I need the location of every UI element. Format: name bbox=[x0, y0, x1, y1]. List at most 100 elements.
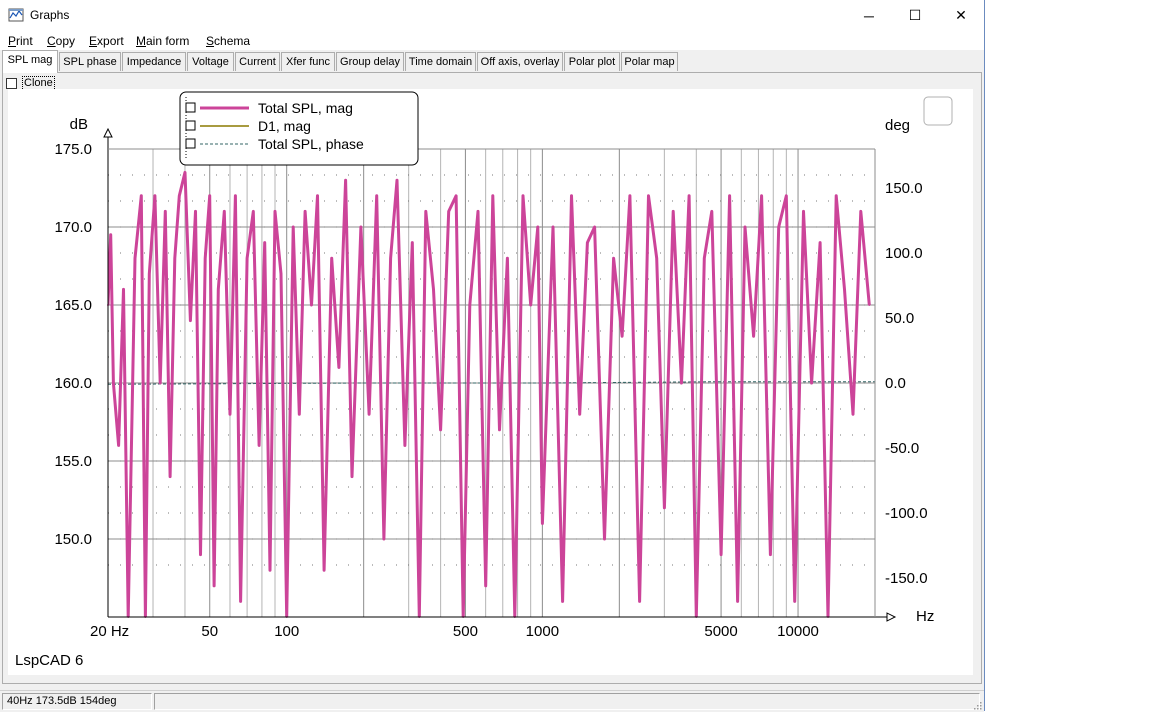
maximize-button[interactable]: ☐ bbox=[892, 0, 938, 31]
spl-point bbox=[350, 475, 353, 478]
menu-main-form[interactable]: Main form bbox=[136, 34, 189, 48]
spl-point bbox=[498, 428, 501, 431]
spl-point bbox=[868, 304, 871, 306]
y-axis-arrow-icon bbox=[103, 127, 113, 138]
tab-current[interactable]: Current bbox=[235, 52, 280, 71]
menu-export[interactable]: Export bbox=[89, 34, 124, 48]
graphs-window: Graphs ─ ☐ ✕ Print Copy Export Main form… bbox=[0, 0, 985, 712]
spl-point bbox=[178, 194, 181, 197]
spl-point bbox=[109, 233, 112, 236]
spl-point bbox=[760, 194, 763, 197]
spl-point bbox=[183, 171, 186, 174]
spl-point bbox=[199, 553, 202, 556]
spl-point bbox=[411, 241, 414, 244]
spl-point bbox=[246, 257, 249, 260]
spl-point bbox=[424, 210, 427, 213]
y2-axis-label: deg bbox=[885, 117, 910, 134]
tab-off-axis-overlay[interactable]: Off axis, overlay bbox=[477, 52, 563, 71]
graph-app-icon bbox=[8, 8, 24, 22]
chart-options-button[interactable] bbox=[923, 96, 953, 126]
status-pane-2 bbox=[154, 693, 980, 710]
spl-point bbox=[298, 413, 301, 416]
tab-polar-map[interactable]: Polar map bbox=[621, 52, 678, 71]
spl-point bbox=[536, 226, 539, 228]
spl-point bbox=[439, 428, 442, 431]
x-tick-label: 100 bbox=[274, 623, 299, 640]
title-bar[interactable]: Graphs ─ ☐ ✕ bbox=[0, 0, 984, 31]
x-tick-label: 50 bbox=[201, 623, 218, 640]
y-tick-label: 170.0 bbox=[54, 219, 92, 236]
spl-point bbox=[173, 257, 176, 260]
spl-point bbox=[117, 444, 120, 447]
legend-checkbox bbox=[185, 120, 196, 131]
spl-point bbox=[743, 226, 746, 228]
spl-point bbox=[570, 194, 573, 197]
spl-point bbox=[316, 194, 319, 197]
menu-copy[interactable]: Copy bbox=[47, 34, 75, 48]
spl-point bbox=[720, 553, 723, 556]
spl-point bbox=[228, 413, 231, 416]
tab-time-domain[interactable]: Time domain bbox=[405, 52, 476, 71]
menu-print[interactable]: Print bbox=[8, 34, 33, 48]
close-button[interactable]: ✕ bbox=[938, 0, 984, 31]
spl-point bbox=[710, 210, 713, 213]
tab-voltage[interactable]: Voltage bbox=[187, 52, 234, 71]
spl-point bbox=[274, 210, 277, 213]
y-axis-label: dB bbox=[70, 116, 88, 133]
spl-point bbox=[140, 194, 143, 197]
spl-point bbox=[280, 272, 283, 275]
tab-polar-plot[interactable]: Polar plot bbox=[564, 52, 620, 71]
tab-spl-phase[interactable]: SPL phase bbox=[59, 52, 121, 71]
spl-point bbox=[375, 194, 378, 197]
tab-xfer-func[interactable]: Xfer func bbox=[281, 52, 335, 71]
spl-point bbox=[403, 444, 406, 447]
clone-checkbox[interactable] bbox=[6, 78, 17, 89]
graph-area[interactable]: dB deg Hz 150.0 155.0 160.0 165.0 170.0 175.0 -15… bbox=[8, 89, 973, 675]
spl-point bbox=[389, 257, 392, 260]
y2-tick-label: 50.0 bbox=[885, 310, 914, 327]
spl-point bbox=[628, 194, 631, 197]
spl-point bbox=[395, 179, 398, 182]
spl-point bbox=[603, 538, 606, 540]
x-tick-label: 500 bbox=[453, 623, 478, 640]
tab-group-delay[interactable]: Group delay bbox=[336, 52, 404, 71]
y-tick-label: 165.0 bbox=[54, 297, 92, 314]
spl-point bbox=[484, 584, 487, 587]
spl-point bbox=[551, 226, 554, 228]
spl-point bbox=[304, 210, 307, 213]
spl-point bbox=[159, 382, 162, 384]
spl-point bbox=[655, 257, 658, 260]
spl-point bbox=[239, 600, 242, 603]
maximize-icon: ☐ bbox=[908, 7, 922, 23]
spl-point bbox=[522, 194, 525, 197]
resize-grip-icon[interactable] bbox=[972, 700, 982, 710]
x-tick-label: 1000 bbox=[526, 623, 559, 640]
tab-impedance[interactable]: Impedance bbox=[122, 52, 186, 71]
spl-point bbox=[133, 257, 136, 260]
spl-point bbox=[234, 194, 237, 197]
spl-point bbox=[491, 194, 494, 197]
window-title: Graphs bbox=[30, 8, 70, 22]
tab-strip: SPL mag SPL phase Impedance Voltage Curr… bbox=[0, 50, 984, 73]
spl-point bbox=[323, 569, 326, 572]
y2-tick-label: -150.0 bbox=[885, 570, 928, 587]
spl-point bbox=[194, 210, 197, 213]
watermark: LspCAD 6 bbox=[15, 652, 83, 669]
spl-point bbox=[164, 210, 167, 213]
legend-entry: D1, mag bbox=[258, 118, 311, 134]
spl-point bbox=[268, 569, 271, 572]
spl-point bbox=[217, 288, 220, 291]
spl-point bbox=[447, 210, 450, 213]
spl-point bbox=[612, 257, 615, 260]
menu-schema[interactable]: Schema bbox=[206, 34, 250, 48]
spl-point bbox=[672, 210, 675, 213]
spl-chart[interactable]: dB deg Hz 150.0 155.0 160.0 165.0 170.0 175.0 -15… bbox=[8, 89, 973, 675]
y-tick-label: 160.0 bbox=[54, 375, 92, 392]
spl-point bbox=[586, 241, 589, 244]
spl-point bbox=[561, 600, 564, 603]
x-axis-arrow-icon bbox=[886, 612, 897, 622]
minimize-button[interactable]: ─ bbox=[846, 0, 892, 31]
tab-spl-mag[interactable]: SPL mag bbox=[2, 50, 58, 73]
spl-point bbox=[728, 194, 731, 197]
y2-tick-label: 150.0 bbox=[885, 180, 923, 197]
